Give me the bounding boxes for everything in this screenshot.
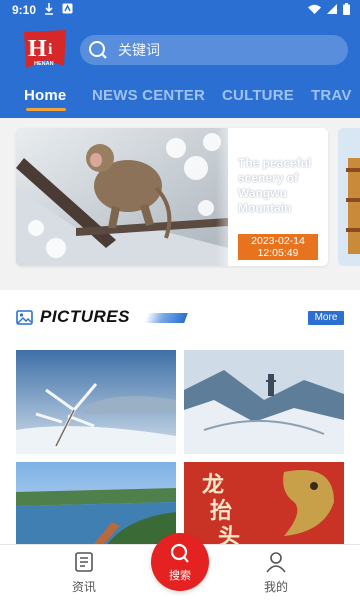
signal-icon — [327, 4, 337, 14]
active-tab-indicator — [26, 108, 66, 111]
nav-news[interactable]: 资讯 — [54, 551, 114, 595]
notification-app-icon — [62, 3, 73, 14]
nav-profile[interactable]: 我的 — [246, 551, 306, 595]
pictures-section: PICTURES More 龙 抬 头 — [0, 290, 360, 554]
pagoda-photo — [338, 128, 360, 266]
svg-text:H: H — [28, 36, 47, 62]
search-icon — [89, 41, 107, 59]
app-header: 9:10 H i HENAN 关键词 Home NEWS CENTER CULT… — [0, 0, 360, 118]
river-landscape-photo[interactable] — [16, 462, 176, 546]
search-bar[interactable]: 关键词 — [80, 35, 348, 65]
pictures-title: PICTURES — [40, 307, 130, 326]
download-icon — [45, 3, 53, 15]
wifi-icon — [308, 4, 321, 14]
svg-text:抬: 抬 — [210, 498, 232, 524]
tab-news-center[interactable]: NEWS CENTER — [92, 87, 205, 104]
tab-home[interactable]: Home — [24, 87, 66, 104]
snowy-tree-photo[interactable] — [16, 350, 176, 454]
svg-text:龙: 龙 — [202, 472, 224, 498]
picture-icon — [16, 310, 33, 325]
hi-henan-logo[interactable]: H i HENAN — [20, 28, 70, 72]
status-bar: 9:10 — [0, 0, 360, 22]
status-time: 9:10 — [12, 3, 37, 17]
snow-mountain-photo[interactable] — [184, 350, 344, 454]
search-fab-label: 搜索 — [169, 570, 191, 582]
title-accent-bar — [144, 313, 188, 323]
monkey-snow-photo — [16, 128, 228, 266]
search-placeholder: 关键词 — [118, 42, 160, 58]
dragon-festival-photo[interactable]: 龙 抬 头 — [184, 462, 344, 546]
svg-text:头: 头 — [218, 524, 240, 546]
more-button[interactable]: More — [308, 311, 344, 325]
featured-date: 2023-02-14 12:05:49 — [238, 234, 318, 260]
tab-travel[interactable]: TRAV — [311, 87, 352, 104]
news-icon — [75, 552, 93, 572]
featured-carousel[interactable]: The peaceful scenery of Wangwu Mountain … — [0, 118, 360, 278]
logo-caption: HENAN — [34, 61, 54, 67]
nav-profile-label: 我的 — [263, 580, 288, 594]
tab-culture[interactable]: CULTURE — [222, 87, 294, 104]
svg-text:i: i — [48, 41, 53, 58]
next-card-peek[interactable] — [338, 128, 360, 266]
search-fab[interactable]: 搜索 — [151, 533, 209, 591]
search-icon — [170, 543, 189, 563]
featured-card[interactable]: The peaceful scenery of Wangwu Mountain … — [16, 128, 328, 266]
pictures-header: PICTURES More — [16, 307, 344, 328]
battery-icon — [343, 3, 350, 15]
featured-title[interactable]: The peaceful scenery of Wangwu Mountain — [238, 156, 324, 216]
user-icon — [266, 552, 286, 573]
nav-news-label: 资讯 — [71, 580, 96, 594]
